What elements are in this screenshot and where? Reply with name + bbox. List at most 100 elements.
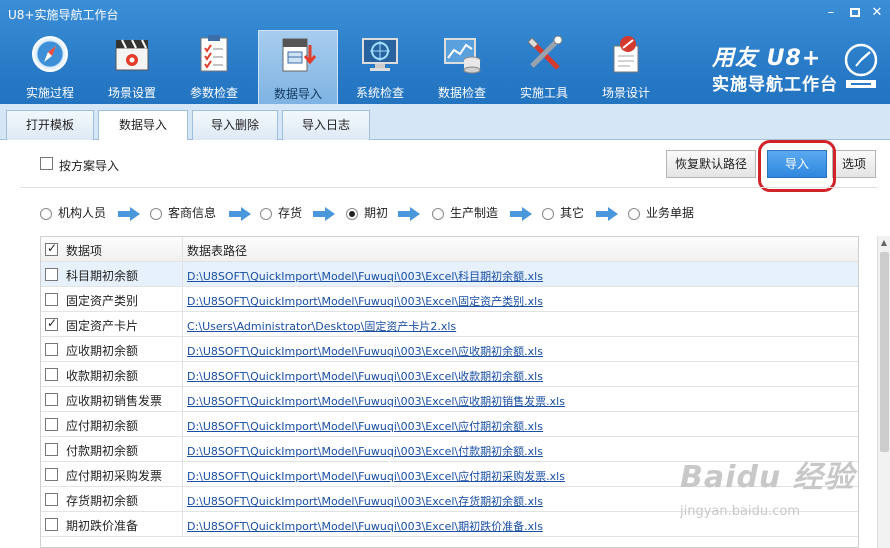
tab-open-template[interactable]: 打开模板 [6,110,94,141]
scroll-up-icon[interactable]: ▲ [878,236,890,250]
compass-logo-icon [844,43,878,88]
maximize-button[interactable] [846,4,864,22]
path-link[interactable]: D:\U8SOFT\QuickImport\Model\Fuwuqi\003\E… [187,368,543,384]
tab-strip: 打开模板 数据导入 导入删除 导入日志 [0,104,890,142]
step-manufacturing[interactable]: 生产制造 [432,204,498,224]
item-cell: 付款期初余额 [41,437,183,462]
toolbar-item-implementation-process[interactable]: 实施过程 [10,30,90,104]
path-link[interactable]: D:\U8SOFT\QuickImport\Model\Fuwuqi\003\E… [187,443,543,459]
maximize-icon [850,8,860,17]
path-link[interactable]: D:\U8SOFT\QuickImport\Model\Fuwuqi\003\E… [187,468,565,484]
arrow-right-icon [596,207,618,221]
path-link[interactable]: D:\U8SOFT\QuickImport\Model\Fuwuqi\003\E… [187,293,543,309]
row-checkbox[interactable] [45,518,58,531]
row-checkbox[interactable] [45,293,58,306]
arrow-right-icon [398,207,420,221]
toolbar-label: 数据检查 [437,86,486,100]
database-chart-icon [444,38,481,74]
toolbar-label: 场景设置 [107,86,156,100]
row-checkbox[interactable] [45,418,58,431]
row-checkbox[interactable] [45,443,58,456]
table-row[interactable]: 收款期初余额 D:\U8SOFT\QuickImport\Model\Fuwuq… [41,362,858,387]
grid-header-row: 数据项 数据表路径 [41,237,858,262]
item-name: 存货期初余额 [66,494,139,508]
brand-subtitle: 实施导航工作台 [712,75,838,95]
scheme-import-checkbox[interactable] [40,157,53,170]
tools-icon [527,35,563,70]
scroll-thumb[interactable] [880,252,889,452]
options-button[interactable]: 选项 [832,150,876,178]
title-bar: U8+实施导航工作台 – ✕ [0,0,890,26]
tab-import-log[interactable]: 导入日志 [282,110,370,141]
item-cell: 应收期初余额 [41,337,183,362]
toolbar-item-system-check[interactable]: 系统检查 [340,30,420,104]
step-org-personnel[interactable]: 机构人员 [40,204,106,224]
watermark-logo: Baidu 经验 [680,460,855,495]
arrow-right-icon [118,207,140,221]
item-name: 期初跌价准备 [66,519,139,533]
scheme-import-option[interactable]: 按方案导入 [40,156,119,174]
file-import-icon [282,38,317,72]
path-link[interactable]: D:\U8SOFT\QuickImport\Model\Fuwuqi\003\E… [187,493,543,509]
step-radio[interactable] [628,207,640,220]
tab-data-import[interactable]: 数据导入 [98,110,188,142]
step-business-documents[interactable]: 业务单据 [628,204,694,224]
table-row[interactable]: 应收期初销售发票 D:\U8SOFT\QuickImport\Model\Fuw… [41,387,858,412]
arrow-right-icon [510,207,532,221]
row-checkbox[interactable] [45,343,58,356]
table-row[interactable]: 应付期初余额 D:\U8SOFT\QuickImport\Model\Fuwuq… [41,412,858,437]
brand-logo: 用友 U8+ 实施导航工作台 [710,40,880,100]
toolbar-item-data-import[interactable]: 数据导入 [258,30,338,104]
step-radio-selected[interactable] [346,207,358,220]
step-radio[interactable] [432,207,444,220]
table-row[interactable]: 固定资产卡片 C:\Users\Administrator\Desktop\固定… [41,312,858,337]
select-all-checkbox[interactable] [45,241,58,256]
table-row[interactable]: 应收期初余额 D:\U8SOFT\QuickImport\Model\Fuwuq… [41,337,858,362]
row-checkbox[interactable] [45,493,58,506]
path-link[interactable]: D:\U8SOFT\QuickImport\Model\Fuwuqi\003\E… [187,418,543,434]
scheme-import-label: 按方案导入 [59,159,120,173]
row-checkbox[interactable] [45,468,58,481]
main-toolbar: 实施过程 场景设置 参数检查 数据导入 系统检查 数据检查 实施工具 场景设计 [0,30,690,104]
step-radio[interactable] [40,207,52,220]
path-link[interactable]: D:\U8SOFT\QuickImport\Model\Fuwuqi\003\E… [187,343,543,359]
path-link[interactable]: C:\Users\Administrator\Desktop\固定资产卡片2.x… [187,318,456,334]
toolbar-item-implementation-tools[interactable]: 实施工具 [504,30,584,104]
path-link[interactable]: D:\U8SOFT\QuickImport\Model\Fuwuqi\003\E… [187,393,565,409]
row-checkbox[interactable] [45,316,58,331]
toolbar-item-scene-design[interactable]: 场景设计 [586,30,666,104]
restore-default-path-button[interactable]: 恢复默认路径 [666,150,756,178]
row-checkbox[interactable] [45,368,58,381]
step-radio[interactable] [150,207,162,220]
item-cell: 科目期初余额 [41,262,183,287]
row-checkbox[interactable] [45,393,58,406]
step-label: 业务单据 [646,206,695,220]
step-other[interactable]: 其它 [542,204,584,224]
close-button[interactable]: ✕ [868,4,886,22]
step-inventory[interactable]: 存货 [260,204,302,224]
step-radio[interactable] [260,207,272,220]
item-cell: 收款期初余额 [41,362,183,387]
path-link[interactable]: D:\U8SOFT\QuickImport\Model\Fuwuqi\003\E… [187,268,543,284]
toolbar-item-data-check[interactable]: 数据检查 [422,30,502,104]
step-customer-supplier[interactable]: 客商信息 [150,204,216,224]
tab-import-delete[interactable]: 导入删除 [192,110,278,141]
header-item-cell: 数据项 [41,237,183,262]
item-cell: 应付期初余额 [41,412,183,437]
toolbar-item-scene-settings[interactable]: 场景设置 [92,30,172,104]
step-radio[interactable] [542,207,554,220]
watermark-url: jingyan.baidu.com [680,504,800,519]
table-row[interactable]: 科目期初余额 D:\U8SOFT\QuickImport\Model\Fuwuq… [41,262,858,287]
step-opening-balance[interactable]: 期初 [346,204,388,224]
item-name: 付款期初余额 [66,444,139,458]
toolbar-item-parameter-check[interactable]: 参数检查 [174,30,254,104]
minimize-button[interactable]: – [822,4,840,22]
item-name: 应付期初采购发票 [66,469,163,483]
app-header: U8+实施导航工作台 – ✕ 实施过程 场景设置 参数检查 数据导入 系统检查 … [0,0,890,104]
path-link[interactable]: D:\U8SOFT\QuickImport\Model\Fuwuqi\003\E… [187,518,543,534]
table-row[interactable]: 固定资产类别 D:\U8SOFT\QuickImport\Model\Fuwuq… [41,287,858,312]
arrow-right-icon [229,207,251,221]
toolbar-label: 系统检查 [355,86,404,100]
column-header-item: 数据项 [66,244,103,258]
row-checkbox[interactable] [45,268,58,281]
